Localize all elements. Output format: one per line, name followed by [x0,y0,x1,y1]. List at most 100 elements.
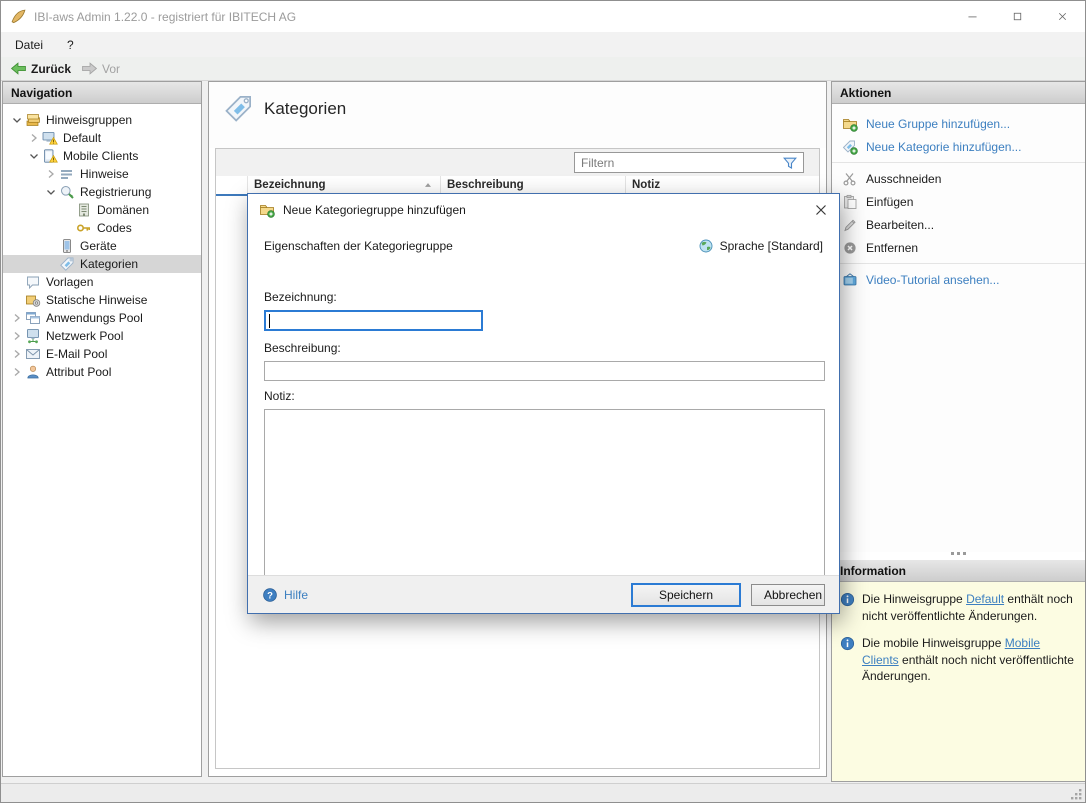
action-neue-kategorie-hinzufügen[interactable]: Neue Kategorie hinzufügen... [832,135,1085,158]
attribute-pool-icon [25,364,41,380]
tree-item-kategorien[interactable]: Kategorien [3,255,201,273]
dialog-title: Neue Kategoriegruppe hinzufügen [283,203,466,217]
device-icon [59,238,75,254]
action-label: Einfügen [866,194,914,209]
dialog-titlebar: Neue Kategoriegruppe hinzufügen [248,194,839,226]
tree-item-hinweisgruppen[interactable]: Hinweisgruppen [3,111,201,129]
tree-item-statische-hinweise[interactable]: Statische Hinweise [3,291,201,309]
maximize-button[interactable] [995,1,1040,32]
tree-item-domänen[interactable]: Domänen [3,201,201,219]
tree-item-default[interactable]: Default [3,129,201,147]
menubar: Datei ? [1,32,1085,57]
tree-item-label: Hinweisgruppen [46,113,133,127]
table-gutter-column [216,176,248,194]
notiz-textarea[interactable] [265,410,824,584]
edit-icon [842,217,858,233]
resize-grip[interactable] [1070,788,1083,801]
notes-icon [59,166,75,182]
info-text: Die mobile Hinweisgruppe Mobile Clients … [862,635,1077,685]
save-button[interactable]: Speichern [631,582,741,607]
dialog-close-button[interactable] [813,202,829,218]
filter-icon[interactable] [782,155,798,171]
forward-label: Vor [102,61,121,76]
actions-header: Aktionen [832,82,1085,104]
back-button[interactable]: Zurück [5,58,76,79]
chevron-collapsed-icon[interactable] [43,166,59,182]
email-pool-icon [25,346,41,362]
close-button[interactable] [1040,1,1085,32]
tree-item-hinweise[interactable]: Hinweise [3,165,201,183]
action-bearbeiten[interactable]: Bearbeiten... [832,213,1085,236]
actions-list: Neue Gruppe hinzufügen... Neue Kategorie … [832,104,1085,552]
toolbar: Zurück Vor [1,57,1085,81]
chevron-collapsed-icon[interactable] [9,328,25,344]
information-list: Die Hinweisgruppe Default enthält noch n… [832,582,1085,781]
chevron-collapsed-icon[interactable] [9,364,25,380]
beschreibung-input[interactable] [265,362,824,380]
cancel-button[interactable]: Abbrechen [751,583,825,606]
minimize-button[interactable] [950,1,995,32]
tree-item-mobile-clients[interactable]: Mobile Clients [3,147,201,165]
tree-item-label: Mobile Clients [63,149,139,163]
tree-item-attribut-pool[interactable]: Attribut Pool [3,363,201,381]
information-header: Information [832,560,1085,582]
menu-help[interactable]: ? [57,34,84,56]
tree-item-e-mail-pool[interactable]: E-Mail Pool [3,345,201,363]
column-beschreibung[interactable]: Beschreibung [441,176,626,194]
navigation-header: Navigation [3,82,201,104]
dialog-footer: ? Hilfe Speichern Abbrechen [248,575,839,613]
actions-divider [832,162,1085,163]
chevron-expanded-icon[interactable] [43,184,59,200]
action-label: Neue Gruppe hinzufügen... [866,116,1011,131]
add-category-icon [842,139,858,155]
kategorien-tag-icon [223,93,254,124]
tree-item-netzwerk-pool[interactable]: Netzwerk Pool [3,327,201,345]
expander-slot [43,238,59,254]
tree-item-vorlagen[interactable]: Vorlagen [3,273,201,291]
monitor-warning-icon [42,130,58,146]
expander-slot [60,202,76,218]
action-neue-gruppe-hinzufügen[interactable]: Neue Gruppe hinzufügen... [832,112,1085,135]
column-bezeichnung[interactable]: Bezeichnung [248,176,441,194]
tree-item-codes[interactable]: Codes [3,219,201,237]
tree-item-registrierung[interactable]: Registrierung [3,183,201,201]
paste-icon [842,194,858,210]
actions-divider [832,263,1085,264]
menu-datei[interactable]: Datei [5,34,53,56]
info-link-default[interactable]: Default [966,592,1004,606]
panel-splitter-handle[interactable] [832,552,1085,555]
window-title: IBI-aws Admin 1.22.0 - registriert für I… [34,9,297,24]
bezeichnung-input[interactable] [265,311,482,330]
tree-item-label: Default [63,131,102,145]
language-selector[interactable]: Sprache [Standard] [698,238,823,254]
action-video-tutorial-ansehen[interactable]: Video-Tutorial ansehen... [832,268,1085,291]
domain-icon [76,202,92,218]
tree-item-label: Netzwerk Pool [46,329,124,343]
filter-input[interactable] [575,155,782,170]
titlebar: IBI-aws Admin 1.22.0 - registriert für I… [1,1,1085,32]
chevron-collapsed-icon[interactable] [9,346,25,362]
help-link[interactable]: ? Hilfe [262,587,308,603]
navigation-tree: Hinweisgruppen Default Mobile Clients Hinwe… [3,104,201,381]
chevron-expanded-icon[interactable] [9,112,25,128]
chevron-collapsed-icon[interactable] [9,310,25,326]
dialog-section-title: Eigenschaften der Kategoriegruppe [264,239,453,253]
action-label: Entfernen [866,240,919,255]
column-notiz[interactable]: Notiz [626,176,819,194]
action-ausschneiden[interactable]: Ausschneiden [832,167,1085,190]
action-entfernen[interactable]: Entfernen [832,236,1085,259]
chevron-expanded-icon[interactable] [26,148,42,164]
tree-item-geräte[interactable]: Geräte [3,237,201,255]
bezeichnung-field-wrap [264,310,483,331]
forward-button[interactable]: Vor [76,58,125,79]
action-label: Video-Tutorial ansehen... [866,272,1000,287]
navigation-panel: Navigation Hinweisgruppen Default Mobile C… [2,81,202,777]
info-text: Die Hinweisgruppe Default enthält noch n… [862,591,1077,624]
chevron-collapsed-icon[interactable] [26,130,42,146]
action-einfügen[interactable]: Einfügen [832,190,1085,213]
back-icon [10,60,27,77]
tree-item-anwendungs-pool[interactable]: Anwendungs Pool [3,309,201,327]
template-icon [25,274,41,290]
static-notices-icon [25,292,41,308]
tree-item-label: Statische Hinweise [46,293,148,307]
